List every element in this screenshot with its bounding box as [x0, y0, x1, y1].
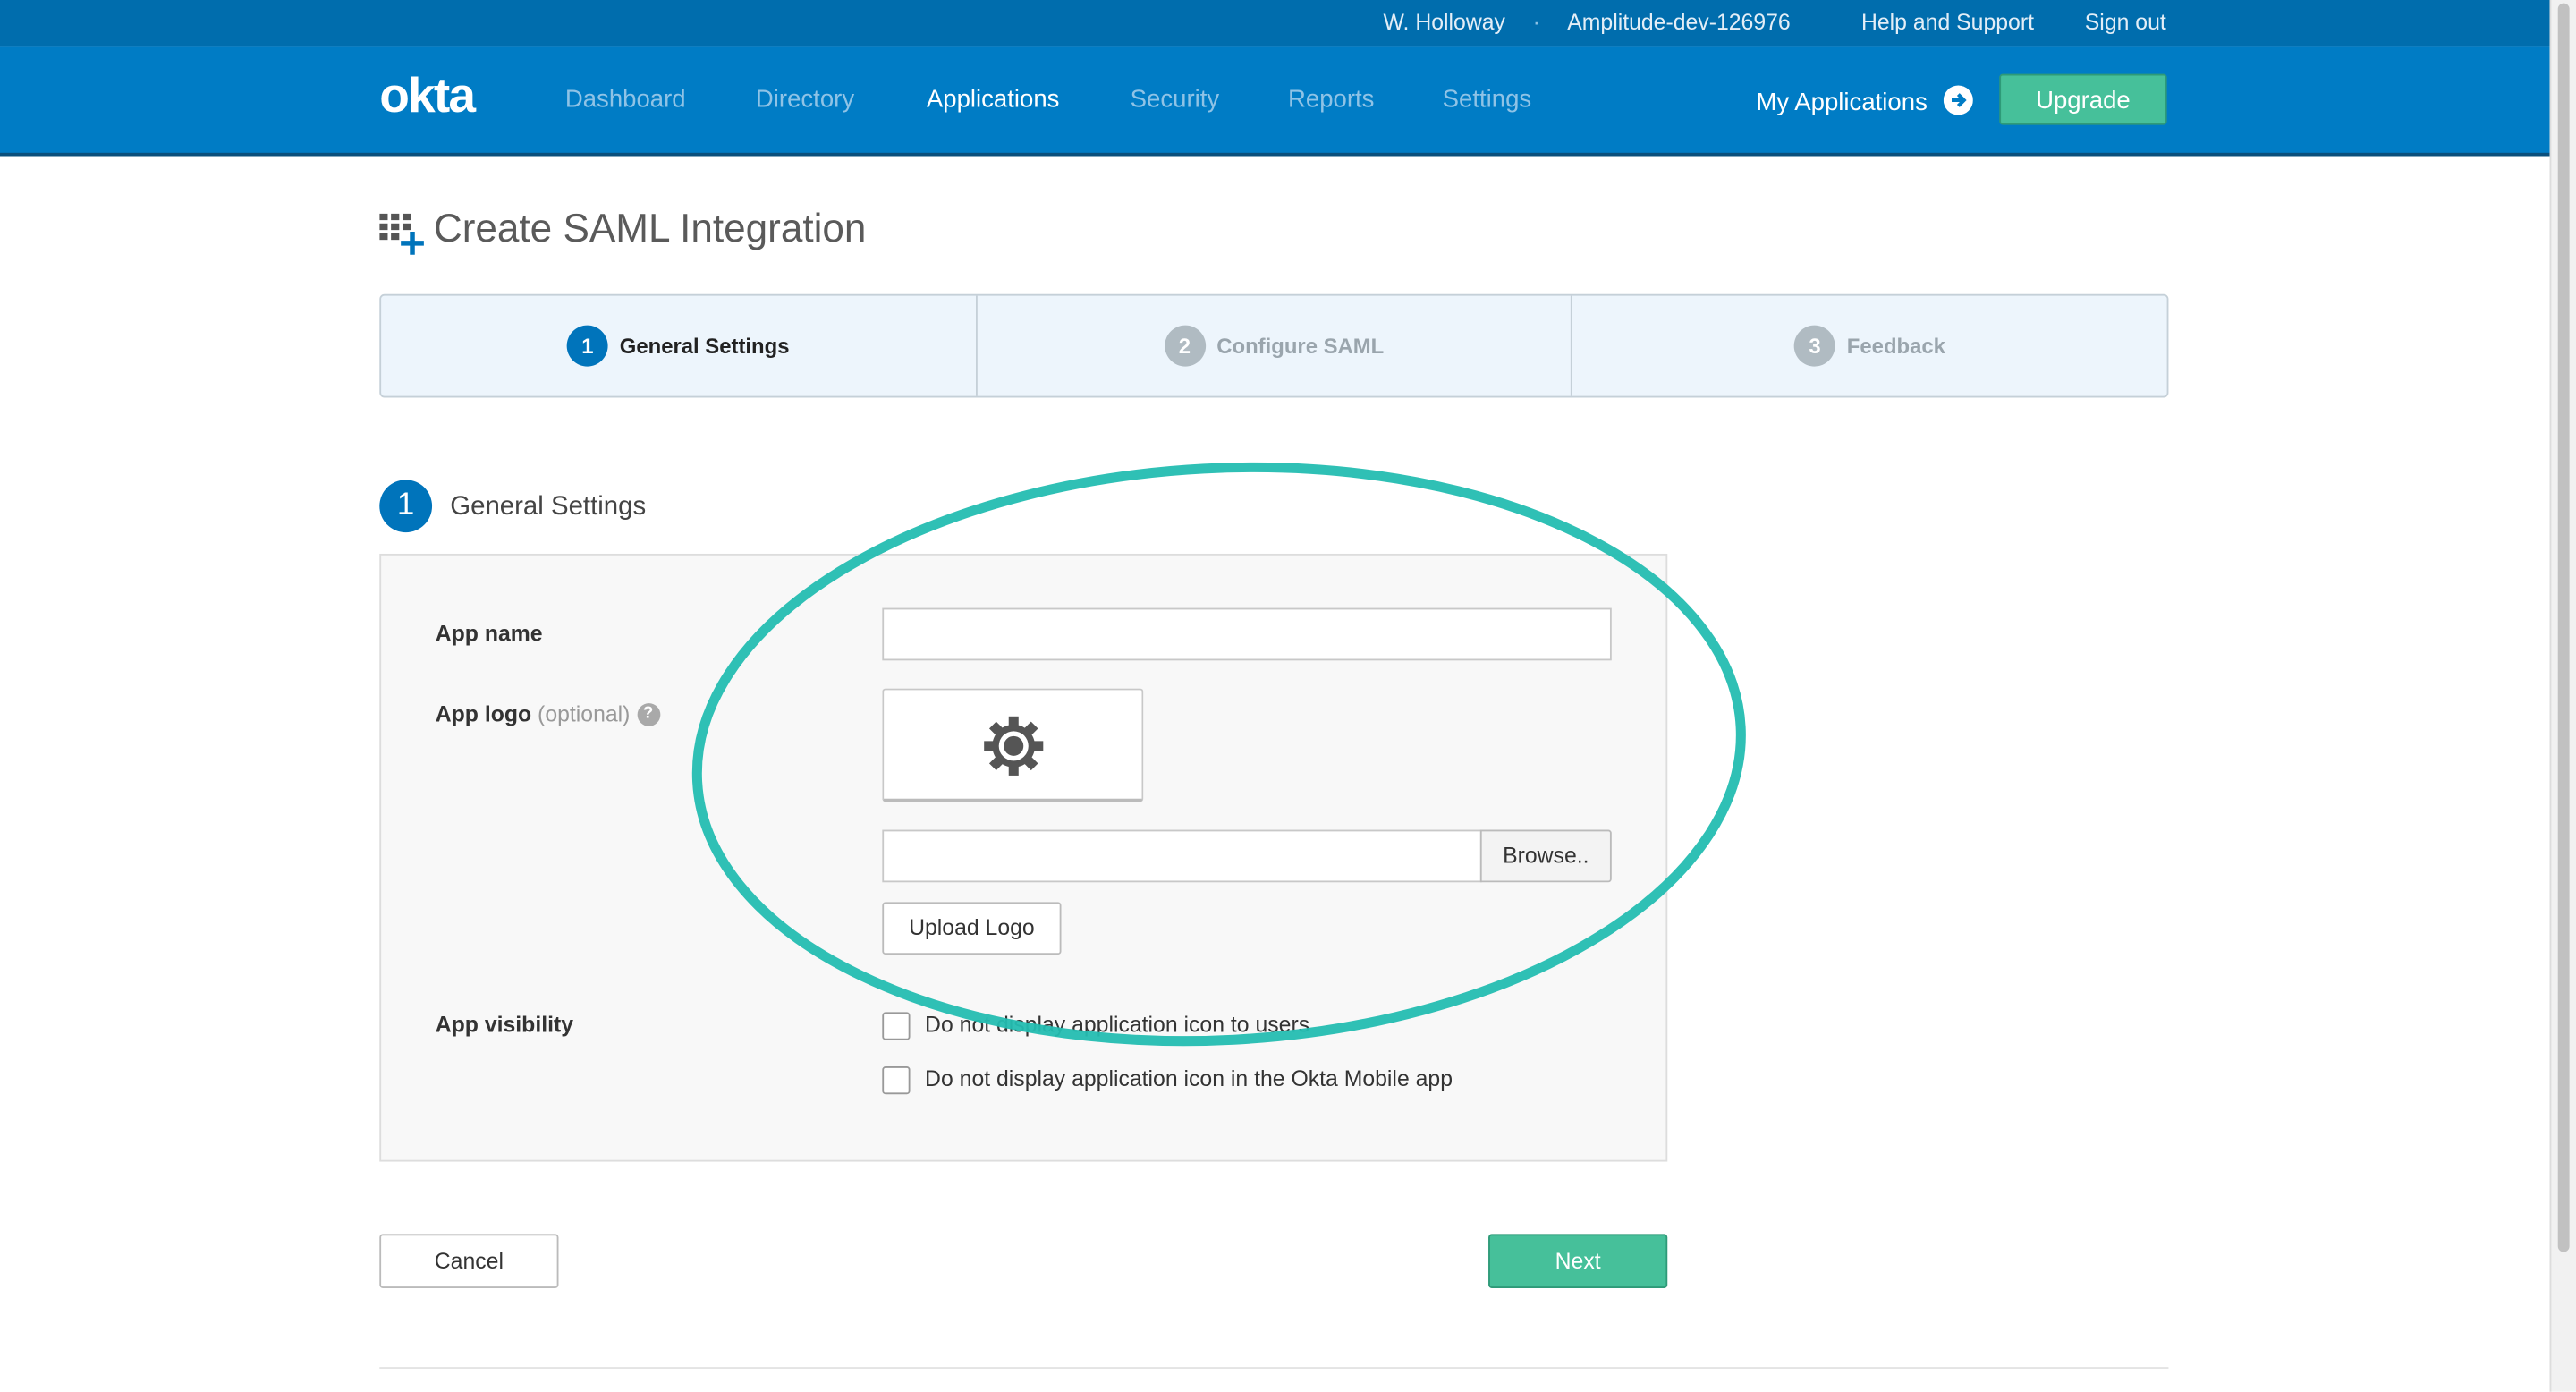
app-name-input[interactable] [882, 607, 1612, 661]
wizard-steps: 1 General Settings 2 Configure SAML 3 Feedb… [379, 293, 2169, 398]
step-number: 1 [566, 325, 608, 367]
app-logo-label: App logo (optional)? [435, 701, 660, 727]
step-general-settings: 1 General Settings [381, 295, 978, 396]
add-app-grid-icon [379, 213, 424, 255]
arrow-right-circle-icon [1944, 85, 1974, 115]
app-name-label: App name [435, 621, 543, 646]
nav-settings[interactable]: Settings [1443, 86, 1532, 114]
help-icon[interactable]: ? [636, 703, 660, 727]
step-label: General Settings [619, 333, 790, 359]
app-logo-preview [882, 688, 1144, 802]
app-visibility-label: App visibility [435, 1012, 574, 1037]
cancel-button[interactable]: Cancel [379, 1234, 559, 1288]
optional-hint: (optional) [538, 701, 631, 726]
next-button[interactable]: Next [1488, 1234, 1668, 1288]
step-number: 2 [1164, 325, 1206, 367]
hide-icon-mobile-label[interactable]: Do not display application icon in the O… [925, 1066, 1453, 1091]
my-applications-label: My Applications [1756, 89, 1928, 117]
top-utility-bar: W. Holloway · Amplitude-dev-126976 Help … [0, 0, 2550, 47]
scrollbar-thumb[interactable] [2557, 3, 2570, 1252]
divider [379, 1367, 2169, 1369]
nav-directory[interactable]: Directory [756, 86, 854, 114]
upload-logo-button[interactable]: Upload Logo [882, 902, 1062, 955]
my-applications-link[interactable]: My Applications [1756, 85, 1974, 117]
upgrade-button[interactable]: Upgrade [1999, 73, 2167, 125]
app-logo-label-text: App logo [435, 701, 532, 726]
section-title: General Settings [450, 493, 647, 522]
user-name-link[interactable]: W. Holloway [1384, 10, 1505, 35]
scrollbar[interactable] [2549, 0, 2576, 1392]
step-number: 3 [1794, 325, 1835, 367]
step-configure-saml: 2 Configure SAML [977, 295, 1573, 396]
hide-icon-mobile-checkbox[interactable] [882, 1066, 911, 1095]
okta-logo[interactable]: okta [379, 69, 476, 124]
hide-icon-users-checkbox[interactable] [882, 1012, 911, 1040]
page-title: Create SAML Integration [433, 207, 867, 252]
org-name: Amplitude-dev-126976 [1567, 10, 1791, 35]
step-feedback: 3 Feedback [1572, 296, 2166, 396]
gear-icon [984, 716, 1044, 776]
section-number: 1 [379, 480, 433, 533]
step-label: Feedback [1846, 333, 1945, 359]
hide-icon-users-label[interactable]: Do not display application icon to users [925, 1012, 1309, 1037]
help-support-link[interactable]: Help and Support [1861, 10, 2034, 35]
nav-reports[interactable]: Reports [1288, 86, 1374, 114]
main-nav: okta Dashboard Directory Applications Se… [0, 46, 2550, 157]
browse-button[interactable]: Browse.. [1479, 829, 1612, 883]
separator: · [1532, 10, 1540, 35]
nav-security[interactable]: Security [1131, 86, 1220, 114]
logo-file-path-input[interactable] [882, 829, 1482, 883]
nav-dashboard[interactable]: Dashboard [565, 86, 686, 114]
nav-applications[interactable]: Applications [927, 86, 1060, 114]
sign-out-link[interactable]: Sign out [2085, 10, 2166, 35]
step-label: Configure SAML [1216, 333, 1385, 359]
